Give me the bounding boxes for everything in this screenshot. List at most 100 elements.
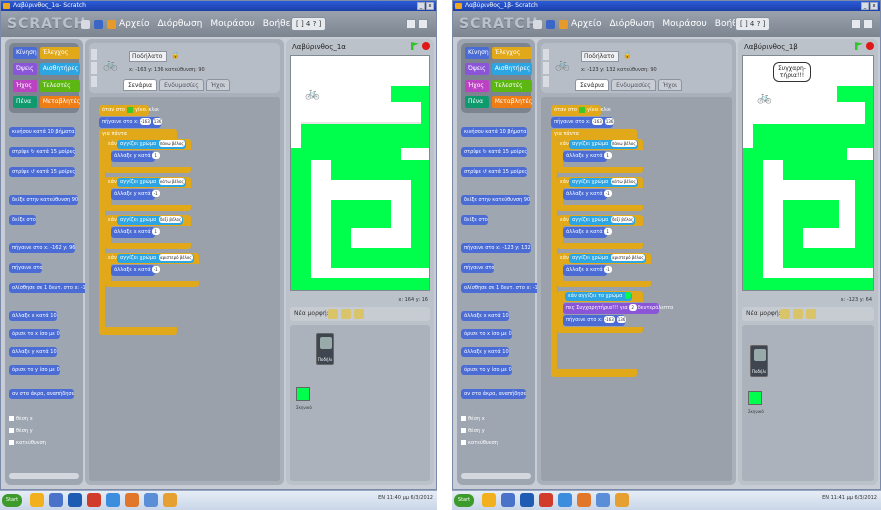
- palette-reporter[interactable]: κατεύθυνση: [461, 439, 498, 448]
- tab-costumes[interactable]: Ενδυμασίες: [159, 79, 204, 91]
- sprite-name-input[interactable]: Ποδήλατο: [581, 51, 619, 62]
- tab-costumes[interactable]: Ενδυμασίες: [611, 79, 656, 91]
- category-looks[interactable]: Όψεις: [13, 63, 37, 76]
- touching-color-block[interactable]: εάν αγγίζει το χρώμα: [565, 292, 632, 301]
- minimize-button[interactable]: _: [417, 2, 425, 10]
- goto-xy-block[interactable]: πήγαινε στο x: -163 136: [551, 117, 615, 128]
- palette-block[interactable]: στρίψε ↺ κατά 15 μοίρες: [461, 167, 528, 177]
- stage-tool-buttons[interactable]: [ ] 4 ? ]: [735, 17, 771, 31]
- category-pen[interactable]: Πένα: [465, 95, 489, 108]
- palette-reporter[interactable]: κατεύθυνση: [9, 439, 46, 448]
- palette-block[interactable]: όρισε το y ίσο με 0: [9, 365, 60, 375]
- stage-canvas[interactable]: Συγχαρη-τήρια!!! 🚲: [742, 55, 874, 291]
- category-variables[interactable]: Μεταβλητές: [491, 95, 533, 108]
- lock-icon[interactable]: 🔒: [623, 51, 632, 59]
- tab-scripts[interactable]: Σενάρια: [123, 79, 158, 91]
- palette-block[interactable]: δείξε στην κατεύθυνση 90: [461, 195, 531, 205]
- palette-block[interactable]: δείξε στο: [9, 215, 36, 225]
- random-sprite-icon[interactable]: [806, 309, 816, 319]
- palette-block[interactable]: πήγαινε στο: [461, 263, 495, 273]
- sprite-name-input[interactable]: Ποδήλατο: [129, 51, 167, 62]
- media-player-icon[interactable]: [87, 493, 101, 507]
- key-sensing-block[interactable]: αγγίζει χρώμα κάτω βέλος: [569, 178, 638, 187]
- rotation-style-buttons[interactable]: [543, 49, 549, 87]
- category-sound[interactable]: Ήχος: [13, 79, 37, 92]
- palette-block[interactable]: όρισε το x ίσο με 0: [9, 329, 60, 339]
- category-operators[interactable]: Τελεστές: [491, 79, 533, 92]
- bicycle-sprite[interactable]: 🚲: [305, 86, 320, 100]
- presentation-mode-button[interactable]: [418, 19, 428, 29]
- palette-block[interactable]: κινήσου κατά 10 βήματα: [9, 127, 75, 137]
- key-sensing-block[interactable]: αγγίζει χρώμα δεξί βέλος: [569, 216, 636, 225]
- bicycle-sprite[interactable]: 🚲: [757, 90, 772, 104]
- palette-block[interactable]: ολίσθησε σε 1 δευτ. στο x: -162: [9, 283, 93, 293]
- palette-reporter[interactable]: θέση x: [9, 415, 33, 424]
- category-motion[interactable]: Κίνηση: [465, 47, 489, 59]
- menu-share[interactable]: Μοιράσου: [662, 19, 706, 29]
- change-x-block[interactable]: άλλαξε x κατά 1: [563, 227, 612, 238]
- menu-file[interactable]: Αρχείο: [119, 19, 150, 29]
- sprite-thumbnail[interactable]: Ποδήλατ...: [316, 333, 334, 365]
- firefox-icon[interactable]: [577, 493, 591, 507]
- start-button[interactable]: Start: [2, 494, 22, 507]
- palette-block[interactable]: στρίψε ↺ κατά 15 μοίρες: [9, 167, 76, 177]
- scratch-taskbar-icon[interactable]: [615, 493, 629, 507]
- palette-block[interactable]: άλλαξε y κατά 10: [9, 347, 57, 357]
- category-looks[interactable]: Όψεις: [465, 63, 489, 76]
- menu-edit[interactable]: Διόρθωση: [158, 19, 203, 29]
- close-button[interactable]: x: [870, 2, 878, 10]
- firefox-icon[interactable]: [125, 493, 139, 507]
- goto-xy-block[interactable]: πήγαινε στο x: -163 136: [99, 117, 163, 128]
- green-flag-button[interactable]: [411, 42, 419, 50]
- change-y-block[interactable]: άλλαξε y κατά 1: [563, 151, 612, 162]
- folder-icon[interactable]: [30, 493, 44, 507]
- stage-thumbnail[interactable]: [748, 391, 762, 405]
- close-button[interactable]: x: [426, 2, 434, 10]
- stage-canvas[interactable]: 🚲: [290, 55, 430, 291]
- random-sprite-icon[interactable]: [354, 309, 364, 319]
- category-motion[interactable]: Κίνηση: [13, 47, 37, 59]
- palette-block[interactable]: άλλαξε x κατά 10: [9, 311, 57, 321]
- share-icon[interactable]: [559, 20, 568, 29]
- category-pen[interactable]: Πένα: [13, 95, 37, 108]
- change-x-block[interactable]: άλλαξε x κατά -1: [563, 265, 612, 276]
- when-flag-clicked-block[interactable]: όταν στο γίνει κλικ: [551, 105, 611, 116]
- word-icon[interactable]: [596, 493, 610, 507]
- start-button[interactable]: Start: [454, 494, 474, 507]
- palette-reporter[interactable]: θέση y: [9, 427, 33, 436]
- choose-sprite-icon[interactable]: [793, 309, 803, 319]
- category-control[interactable]: Έλεγχος: [491, 47, 533, 59]
- change-y-block[interactable]: άλλαξε y κατά -1: [563, 189, 612, 200]
- change-y-block[interactable]: άλλαξε y κατά 1: [111, 151, 160, 162]
- key-sensing-block[interactable]: αγγίζει χρώμα πάνω βέλος: [569, 140, 638, 149]
- category-control[interactable]: Έλεγχος: [39, 47, 81, 59]
- say-for-secs-block[interactable]: πες Συγχαρητήρια!!! για 2 δευτερόλεπτα: [563, 303, 673, 314]
- stage-tool-buttons[interactable]: [ ] 4 ? ]: [291, 17, 327, 31]
- stage-thumbnail[interactable]: [296, 387, 310, 401]
- ie-icon[interactable]: [68, 493, 82, 507]
- folder-icon[interactable]: [482, 493, 496, 507]
- menu-file[interactable]: Αρχείο: [571, 19, 602, 29]
- file-icon[interactable]: [49, 493, 63, 507]
- paint-sprite-icon[interactable]: [780, 309, 790, 319]
- menu-edit[interactable]: Διόρθωση: [610, 19, 655, 29]
- chrome-icon[interactable]: [106, 493, 120, 507]
- palette-scrollbar[interactable]: [461, 473, 531, 479]
- palette-block[interactable]: άλλαξε x κατά 10: [461, 311, 509, 321]
- palette-block[interactable]: δείξε στην κατεύθυνση 90: [9, 195, 79, 205]
- change-y-block[interactable]: άλλαξε y κατά -1: [111, 189, 160, 200]
- key-sensing-block[interactable]: αγγίζει χρώμα κάτω βέλος: [117, 178, 186, 187]
- stop-button[interactable]: [866, 42, 874, 50]
- green-flag-button[interactable]: [855, 42, 863, 50]
- palette-reporter[interactable]: θέση y: [461, 427, 485, 436]
- chrome-icon[interactable]: [558, 493, 572, 507]
- key-sensing-block[interactable]: αγγίζει χρώμα αριστερό βέλος: [569, 254, 646, 263]
- share-icon[interactable]: [107, 20, 116, 29]
- tab-sounds[interactable]: Ήχοι: [657, 79, 683, 91]
- palette-block[interactable]: πήγαινε στο x: -123 y: 132: [461, 243, 531, 253]
- palette-block[interactable]: στρίψε ↻ κατά 15 μοίρες: [461, 147, 528, 157]
- palette-block[interactable]: όρισε το x ίσο με 0: [461, 329, 512, 339]
- save-icon[interactable]: [546, 20, 555, 29]
- palette-block[interactable]: όρισε το y ίσο με 0: [461, 365, 512, 375]
- small-stage-button[interactable]: [406, 19, 416, 29]
